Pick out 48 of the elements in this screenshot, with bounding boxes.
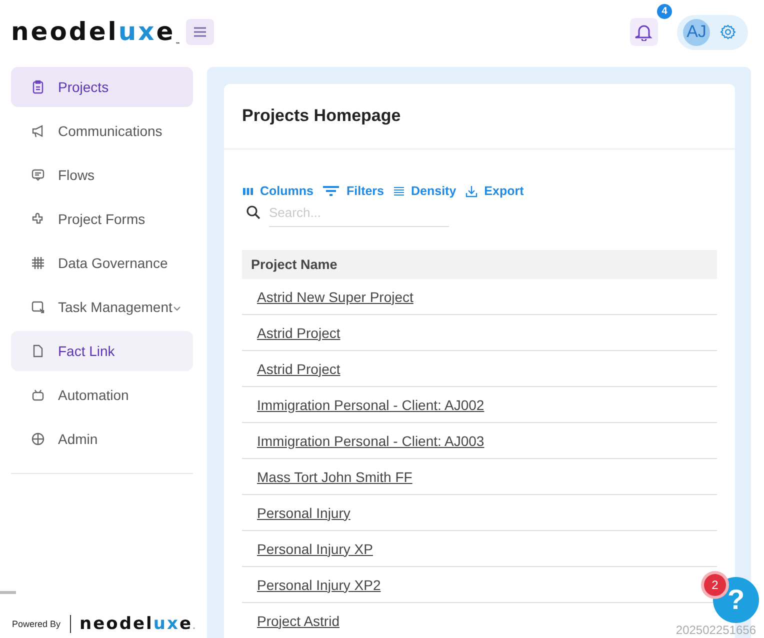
- menu-icon: [193, 26, 208, 38]
- download-icon: [465, 184, 478, 198]
- sidebar-item[interactable]: Communications: [11, 111, 193, 151]
- help-badge: 2: [704, 574, 726, 596]
- chat-icon: [31, 168, 45, 182]
- column-header[interactable]: Project Name: [251, 257, 338, 272]
- project-link[interactable]: Mass Tort John Smith FF: [257, 468, 412, 484]
- project-link[interactable]: Personal Injury XP: [257, 540, 373, 556]
- globe-icon: [31, 432, 45, 446]
- project-link[interactable]: Personal Injury XP2: [257, 576, 381, 592]
- notifications-button[interactable]: [630, 18, 658, 46]
- grid-icon: [31, 256, 45, 270]
- filters-button[interactable]: Filters: [322, 184, 384, 198]
- project-link[interactable]: Astrid Project: [257, 324, 340, 340]
- clipboard-icon: [31, 80, 45, 94]
- megaphone-icon: [31, 124, 45, 138]
- sidebar-item[interactable]: Task Management: [11, 287, 193, 327]
- powered-by-label: Powered By: [12, 619, 61, 629]
- sidebar-item[interactable]: Admin: [11, 419, 193, 459]
- search-icon: [246, 205, 261, 220]
- version-label: 202502251656: [676, 623, 756, 637]
- footer-logo: neodel uxe.: [80, 614, 198, 634]
- page-title: Projects Homepage: [242, 106, 401, 126]
- filter-icon: [322, 184, 340, 198]
- notification-count: 4: [657, 4, 672, 19]
- sidebar-item[interactable]: Fact Link: [11, 331, 193, 371]
- project-link[interactable]: Immigration Personal - Client: AJ002: [257, 396, 484, 412]
- sidebar-item[interactable]: Projects: [11, 67, 193, 107]
- project-link[interactable]: Astrid New Super Project: [257, 288, 414, 304]
- settings-icon[interactable]: [720, 24, 736, 40]
- bell-icon: [635, 23, 653, 41]
- file-icon: [31, 344, 45, 358]
- project-link[interactable]: Astrid Project: [257, 360, 340, 376]
- columns-icon: [242, 186, 254, 196]
- logo: neodel uxe$_{™}$: [11, 16, 180, 48]
- menu-button[interactable]: [186, 19, 214, 45]
- sidebar-item[interactable]: Automation: [11, 375, 193, 415]
- sidebar-item[interactable]: Flows: [11, 155, 193, 195]
- density-button[interactable]: Density: [393, 184, 456, 198]
- sidebar-item[interactable]: Project Forms: [11, 199, 193, 239]
- density-icon: [393, 186, 405, 196]
- project-link[interactable]: Project Astrid: [257, 612, 340, 628]
- project-link[interactable]: Immigration Personal - Client: AJ003: [257, 432, 484, 448]
- columns-button[interactable]: Columns: [242, 184, 314, 198]
- export-button[interactable]: Export: [465, 184, 524, 198]
- chevron-icon: [173, 306, 182, 312]
- sidebar-item[interactable]: Data Governance: [11, 243, 193, 283]
- project-link[interactable]: Personal Injury: [257, 504, 350, 520]
